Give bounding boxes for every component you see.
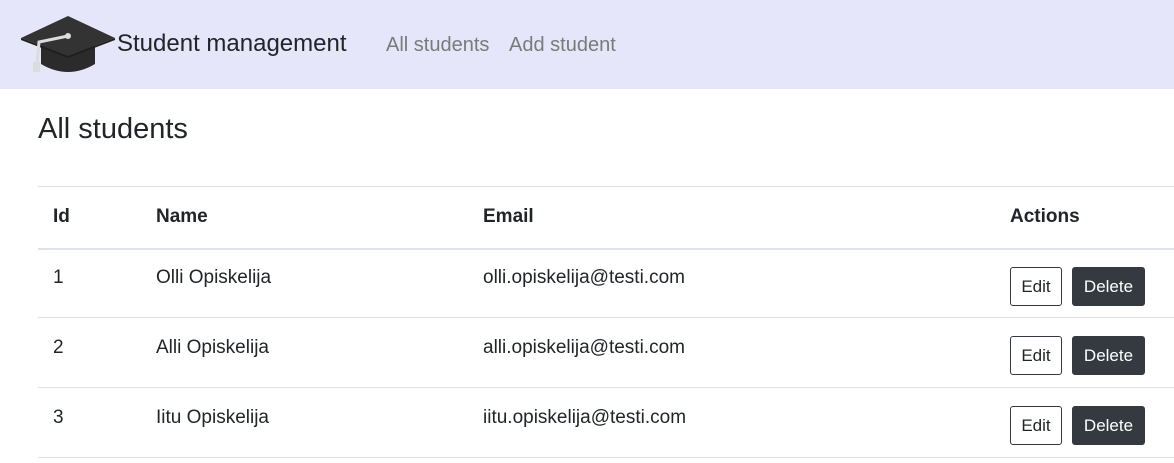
- edit-button[interactable]: Edit: [1010, 266, 1062, 306]
- delete-button[interactable]: Delete: [1072, 336, 1145, 375]
- graduation-cap-icon[interactable]: [19, 14, 117, 74]
- students-table-container: Id Name Email Actions 1 Olli Opiskelija …: [38, 186, 1174, 458]
- table-row: 2 Alli Opiskelija alli.opiskelija@testi.…: [38, 318, 1174, 388]
- cell-name: Olli Opiskelija: [156, 267, 272, 289]
- cell-id: 1: [53, 267, 64, 289]
- brand-title[interactable]: Student management: [117, 29, 347, 59]
- edit-button[interactable]: Edit: [1010, 406, 1062, 445]
- header-actions: Actions: [1010, 206, 1080, 228]
- cell-email: olli.opiskelija@testi.com: [483, 267, 685, 289]
- cell-actions: Edit Delete: [995, 249, 1174, 318]
- cell-id: 2: [53, 336, 64, 358]
- nav-add-student-link[interactable]: Add student: [509, 33, 616, 57]
- table-header-row: Id Name Email Actions: [38, 186, 1174, 249]
- edit-button[interactable]: Edit: [1010, 336, 1062, 375]
- delete-button[interactable]: Delete: [1072, 266, 1145, 306]
- cell-email: iitu.opiskelija@testi.com: [483, 406, 687, 428]
- table-row: 1 Olli Opiskelija olli.opiskelija@testi.…: [38, 249, 1174, 318]
- header-id: Id: [53, 206, 70, 228]
- table-row: 3 Iitu Opiskelija iitu.opiskelija@testi.…: [38, 388, 1174, 458]
- cell-name: Alli Opiskelija: [156, 336, 269, 358]
- cell-name: Iitu Opiskelija: [156, 406, 269, 428]
- navbar: Student management All students Add stud…: [0, 0, 1174, 89]
- delete-button[interactable]: Delete: [1072, 406, 1145, 445]
- cell-actions: Edit Delete: [995, 318, 1174, 388]
- page-title: All students: [38, 113, 188, 145]
- cell-email: alli.opiskelija@testi.com: [483, 336, 685, 358]
- header-email: Email: [483, 206, 534, 228]
- header-name: Name: [156, 206, 208, 228]
- cell-actions: Edit Delete: [995, 388, 1174, 458]
- students-table: Id Name Email Actions 1 Olli Opiskelija …: [38, 186, 1174, 458]
- cell-id: 3: [53, 406, 64, 428]
- nav-all-students-link[interactable]: All students: [386, 33, 489, 57]
